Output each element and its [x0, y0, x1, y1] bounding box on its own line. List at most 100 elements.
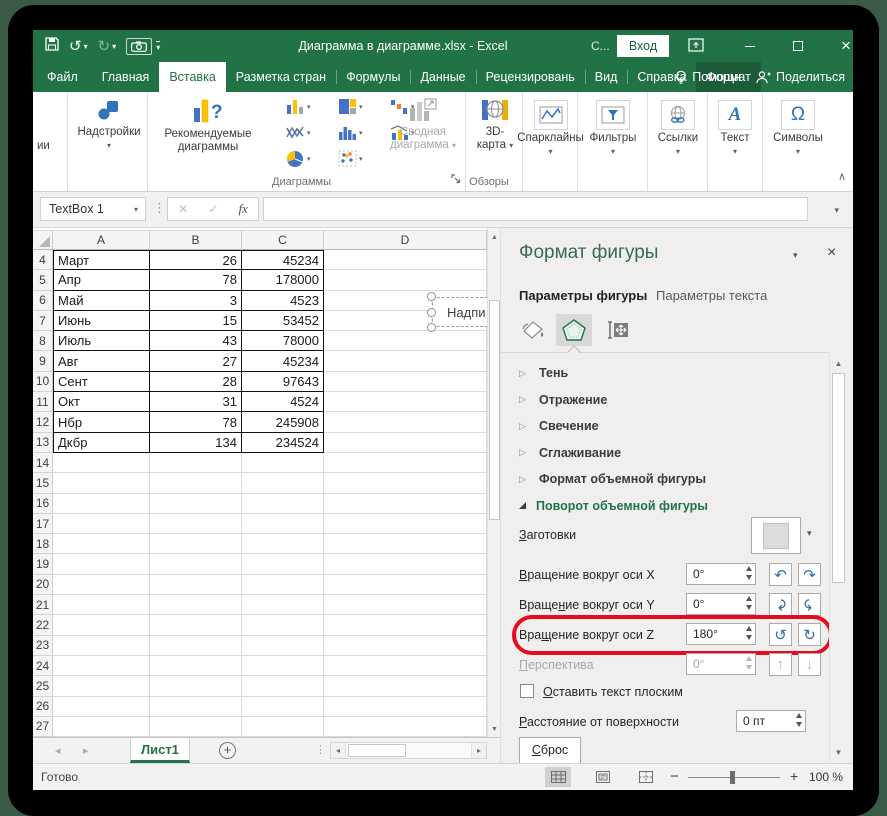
- row-header[interactable]: 8: [33, 331, 53, 351]
- cell-B21[interactable]: [150, 595, 242, 615]
- row-header[interactable]: 26: [33, 697, 53, 717]
- cell-C24[interactable]: [242, 656, 324, 676]
- cell-B20[interactable]: [150, 575, 242, 595]
- cell-A26[interactable]: [53, 697, 150, 717]
- spin-up-icon[interactable]: [746, 626, 752, 631]
- links-button[interactable]: Ссылки ▾: [652, 100, 704, 156]
- add-sheet-button[interactable]: +: [219, 742, 236, 759]
- cell-A8[interactable]: Июль: [53, 331, 150, 351]
- cell-D16[interactable]: [324, 494, 487, 514]
- cell-A27[interactable]: [53, 717, 150, 737]
- cell-A13[interactable]: Дкбр: [53, 433, 150, 453]
- symbols-button[interactable]: Ω Символы ▾: [769, 100, 827, 156]
- cell-A21[interactable]: [53, 595, 150, 615]
- save-icon[interactable]: [45, 37, 59, 56]
- zoom-slider-thumb[interactable]: [730, 771, 735, 784]
- row-header[interactable]: 13: [33, 433, 53, 453]
- ribbon-tab-Главная[interactable]: Главная: [92, 62, 160, 92]
- insert-function-icon[interactable]: fx: [239, 201, 248, 217]
- scatter-chart-button[interactable]: ▾: [338, 150, 363, 167]
- cell-B23[interactable]: [150, 636, 242, 656]
- cell-B6[interactable]: 3: [150, 291, 242, 311]
- cell-A22[interactable]: [53, 615, 150, 635]
- cell-B13[interactable]: 134: [150, 433, 242, 453]
- formula-input[interactable]: [263, 197, 808, 221]
- customize-qat-icon[interactable]: ▾: [156, 41, 160, 52]
- cell-D25[interactable]: [324, 676, 487, 696]
- cell-C19[interactable]: [242, 554, 324, 574]
- account-name-truncated[interactable]: С...: [591, 30, 610, 62]
- sparklines-button[interactable]: Спарклайны ▾: [523, 100, 578, 156]
- column-header-D[interactable]: D: [324, 230, 487, 250]
- cell-C17[interactable]: [242, 514, 324, 534]
- cell-D19[interactable]: [324, 554, 487, 574]
- addins-button[interactable]: Надстройки ▾: [78, 96, 140, 150]
- vertical-scroll-thumb[interactable]: [489, 300, 500, 520]
- horizontal-scrollbar[interactable]: ◂ ▸: [330, 742, 487, 759]
- page-layout-view-button[interactable]: [590, 767, 616, 787]
- cell-A9[interactable]: Авг: [53, 351, 150, 371]
- line-chart-button[interactable]: ▾: [286, 124, 311, 141]
- collapse-ribbon-icon[interactable]: ∧: [838, 170, 846, 183]
- textbox-handle[interactable]: [427, 308, 436, 317]
- column-header-B[interactable]: B: [150, 230, 242, 250]
- 3d-map-button[interactable]: 3D-карта ▾: [474, 96, 516, 152]
- pane-section-Сглаживание[interactable]: ▷Сглаживание: [519, 442, 621, 464]
- pane-section-Формат объемной фигуры[interactable]: ▷Формат объемной фигуры: [519, 468, 706, 490]
- cell-B26[interactable]: [150, 697, 242, 717]
- cell-B14[interactable]: [150, 453, 242, 473]
- cell-B24[interactable]: [150, 656, 242, 676]
- distance-input[interactable]: 0 пт: [736, 710, 806, 732]
- textbox-handle[interactable]: [427, 292, 436, 301]
- rotate-up-y-button[interactable]: ↶: [798, 593, 821, 616]
- ribbon-tab-Данные[interactable]: Данные: [410, 62, 475, 92]
- fill-line-icon[interactable]: [515, 314, 551, 346]
- cell-A18[interactable]: [53, 534, 150, 554]
- cell-A23[interactable]: [53, 636, 150, 656]
- cell-D9[interactable]: [324, 351, 487, 371]
- cell-A5[interactable]: Апр: [53, 270, 150, 290]
- rotate-down-y-button[interactable]: ↷: [769, 593, 792, 616]
- zoom-out-icon[interactable]: −: [670, 768, 679, 785]
- rotation-z-input[interactable]: 180°: [686, 623, 756, 645]
- minimize-button[interactable]: [733, 30, 767, 62]
- ribbon-tab-Рецензировань[interactable]: Рецензировань: [476, 62, 585, 92]
- cell-A19[interactable]: [53, 554, 150, 574]
- scroll-right-icon[interactable]: ▸: [471, 743, 486, 758]
- recommended-charts-button[interactable]: ? Рекомендуемыедиаграммы: [152, 96, 264, 154]
- cell-C9[interactable]: 45234: [242, 351, 324, 371]
- presets-dropdown[interactable]: [751, 517, 801, 554]
- tell-me-item[interactable]: Помощн: [675, 70, 741, 85]
- cell-D27[interactable]: [324, 717, 487, 737]
- section-collapsed-icon[interactable]: ▷: [519, 474, 529, 485]
- pane-scroll-down-icon[interactable]: ▼: [830, 744, 847, 761]
- cell-C8[interactable]: 78000: [242, 331, 324, 351]
- section-collapsed-icon[interactable]: ▷: [519, 447, 529, 458]
- reset-button[interactable]: Сброс: [519, 737, 581, 763]
- page-break-view-button[interactable]: [633, 767, 659, 787]
- pane-section-Отражение[interactable]: ▷Отражение: [519, 389, 607, 411]
- section-collapsed-icon[interactable]: ▷: [519, 368, 529, 379]
- row-header[interactable]: 19: [33, 554, 53, 574]
- close-button[interactable]: ×: [829, 30, 853, 62]
- cell-B16[interactable]: [150, 494, 242, 514]
- cell-D4[interactable]: [324, 250, 487, 270]
- row-header[interactable]: 23: [33, 636, 53, 656]
- cell-C7[interactable]: 53452: [242, 311, 324, 331]
- row-header[interactable]: 21: [33, 595, 53, 615]
- name-box-caret-icon[interactable]: ▾: [127, 198, 145, 220]
- zoom-level[interactable]: 100 %: [809, 770, 843, 784]
- rotate-right-x-button[interactable]: ↷: [798, 563, 821, 586]
- cell-C23[interactable]: [242, 636, 324, 656]
- cell-B4[interactable]: 26: [150, 250, 242, 270]
- ribbon-tab-Файл[interactable]: Файл: [33, 62, 92, 92]
- pane-section-Поворот объемной фигуры[interactable]: Поворот объемной фигуры: [519, 495, 708, 517]
- row-header[interactable]: 18: [33, 534, 53, 554]
- cell-A11[interactable]: Окт: [53, 392, 150, 412]
- rotate-cw-z-button[interactable]: ↻: [798, 623, 821, 646]
- spin-down-icon[interactable]: [746, 575, 752, 580]
- column-header-A[interactable]: A: [53, 230, 150, 250]
- cell-D26[interactable]: [324, 697, 487, 717]
- spin-up-icon[interactable]: [796, 713, 802, 718]
- cell-D13[interactable]: [324, 433, 487, 453]
